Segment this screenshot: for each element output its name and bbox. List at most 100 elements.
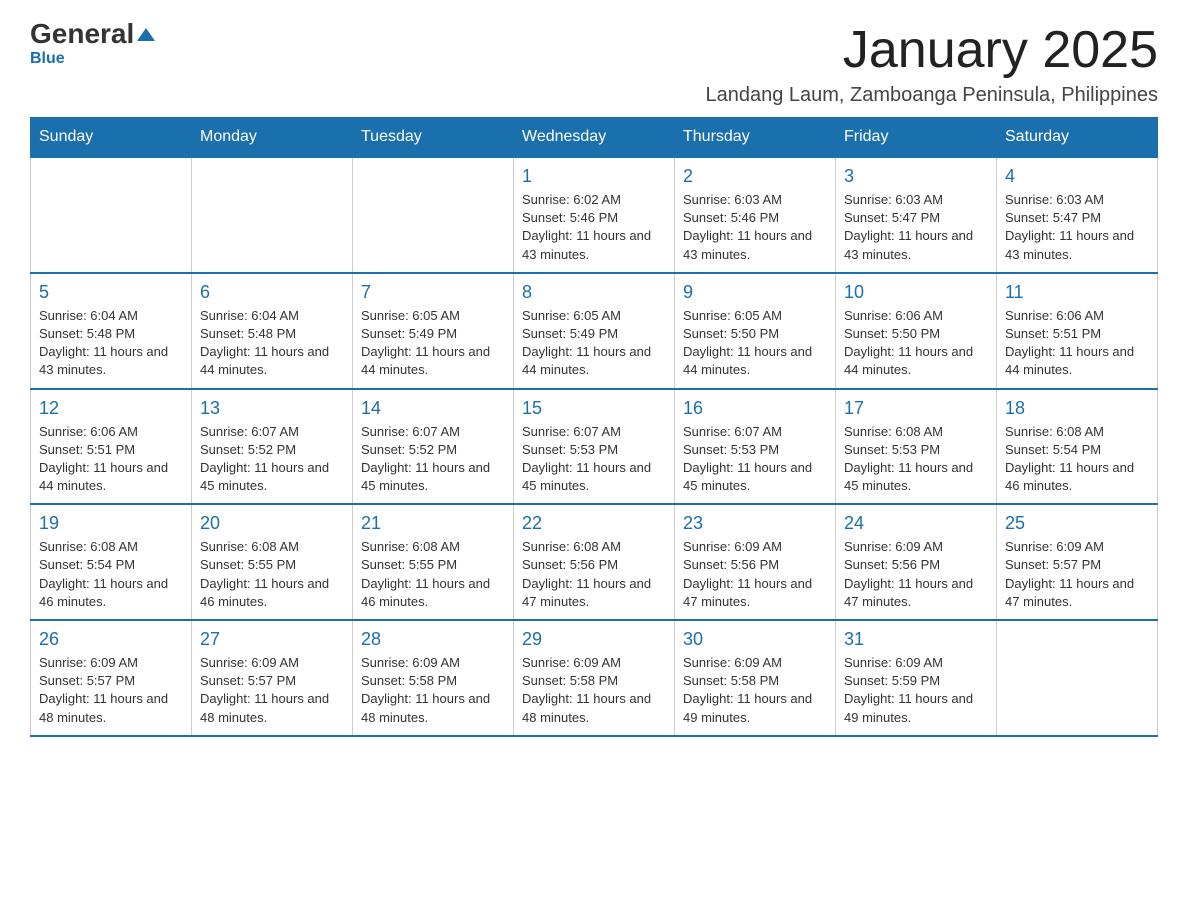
location-subtitle: Landang Laum, Zamboanga Peninsula, Phili… [705, 84, 1158, 107]
calendar-week-row: 19 Sunrise: 6:08 AM Sunset: 5:54 PM Dayli… [31, 504, 1158, 620]
col-friday: Friday [836, 118, 997, 158]
day-info: Sunrise: 6:07 AM Sunset: 5:52 PM Dayligh… [200, 423, 344, 496]
day-number: 21 [361, 513, 505, 534]
calendar-header-row: Sunday Monday Tuesday Wednesday Thursday… [31, 118, 1158, 158]
col-monday: Monday [192, 118, 353, 158]
day-number: 29 [522, 629, 666, 650]
day-number: 14 [361, 398, 505, 419]
col-thursday: Thursday [675, 118, 836, 158]
calendar-week-row: 1Sunrise: 6:02 AM Sunset: 5:46 PM Daylig… [31, 157, 1158, 273]
day-number: 13 [200, 398, 344, 419]
table-row: 19 Sunrise: 6:08 AM Sunset: 5:54 PM Dayli… [31, 504, 192, 620]
col-saturday: Saturday [997, 118, 1158, 158]
day-info: Sunrise: 6:08 AM Sunset: 5:54 PM Dayligh… [1005, 423, 1149, 496]
table-row: 30 Sunrise: 6:09 AM Sunset: 5:58 PM Dayli… [675, 620, 836, 736]
logo: General Blue [30, 20, 155, 68]
table-row [997, 620, 1158, 736]
calendar-week-row: 5 Sunrise: 6:04 AM Sunset: 5:48 PM Daylig… [31, 273, 1158, 389]
table-row [353, 157, 514, 273]
col-sunday: Sunday [31, 118, 192, 158]
day-info: Sunrise: 6:07 AM Sunset: 5:53 PM Dayligh… [683, 423, 827, 496]
calendar-week-row: 12 Sunrise: 6:06 AM Sunset: 5:51 PM Dayli… [31, 389, 1158, 505]
day-number: 22 [522, 513, 666, 534]
day-number: 9 [683, 282, 827, 303]
day-info: Sunrise: 6:09 AM Sunset: 5:58 PM Dayligh… [522, 654, 666, 727]
table-row: 2 Sunrise: 6:03 AM Sunset: 5:46 PM Daylig… [675, 157, 836, 273]
col-tuesday: Tuesday [353, 118, 514, 158]
table-row: 17 Sunrise: 6:08 AM Sunset: 5:53 PM Dayli… [836, 389, 997, 505]
day-info: Sunrise: 6:03 AM Sunset: 5:47 PM Dayligh… [1005, 191, 1149, 264]
table-row: 1Sunrise: 6:02 AM Sunset: 5:46 PM Daylig… [514, 157, 675, 273]
table-row: 20 Sunrise: 6:08 AM Sunset: 5:55 PM Dayli… [192, 504, 353, 620]
day-number: 28 [361, 629, 505, 650]
day-number: 12 [39, 398, 183, 419]
day-info: Sunrise: 6:08 AM Sunset: 5:54 PM Dayligh… [39, 538, 183, 611]
day-number: 30 [683, 629, 827, 650]
table-row: 25Sunrise: 6:09 AM Sunset: 5:57 PM Dayli… [997, 504, 1158, 620]
table-row: 9 Sunrise: 6:05 AM Sunset: 5:50 PM Daylig… [675, 273, 836, 389]
table-row: 21 Sunrise: 6:08 AM Sunset: 5:55 PM Dayli… [353, 504, 514, 620]
table-row: 10Sunrise: 6:06 AM Sunset: 5:50 PM Dayli… [836, 273, 997, 389]
day-number: 17 [844, 398, 988, 419]
day-number: 31 [844, 629, 988, 650]
table-row: 5 Sunrise: 6:04 AM Sunset: 5:48 PM Daylig… [31, 273, 192, 389]
day-number: 8 [522, 282, 666, 303]
day-number: 5 [39, 282, 183, 303]
table-row: 3Sunrise: 6:03 AM Sunset: 5:47 PM Daylig… [836, 157, 997, 273]
table-row: 7 Sunrise: 6:05 AM Sunset: 5:49 PM Daylig… [353, 273, 514, 389]
day-number: 19 [39, 513, 183, 534]
table-row: 14Sunrise: 6:07 AM Sunset: 5:52 PM Dayli… [353, 389, 514, 505]
day-info: Sunrise: 6:08 AM Sunset: 5:53 PM Dayligh… [844, 423, 988, 496]
table-row: 31 Sunrise: 6:09 AM Sunset: 5:59 PM Dayli… [836, 620, 997, 736]
table-row: 22 Sunrise: 6:08 AM Sunset: 5:56 PM Dayli… [514, 504, 675, 620]
day-info: Sunrise: 6:05 AM Sunset: 5:49 PM Dayligh… [522, 307, 666, 380]
day-info: Sunrise: 6:08 AM Sunset: 5:56 PM Dayligh… [522, 538, 666, 611]
day-info: Sunrise: 6:06 AM Sunset: 5:51 PM Dayligh… [39, 423, 183, 496]
day-number: 7 [361, 282, 505, 303]
table-row: 16Sunrise: 6:07 AM Sunset: 5:53 PM Dayli… [675, 389, 836, 505]
day-number: 2 [683, 166, 827, 187]
day-info: Sunrise: 6:08 AM Sunset: 5:55 PM Dayligh… [200, 538, 344, 611]
col-wednesday: Wednesday [514, 118, 675, 158]
day-info: Sunrise: 6:06 AM Sunset: 5:51 PM Dayligh… [1005, 307, 1149, 380]
day-info: Sunrise: 6:05 AM Sunset: 5:50 PM Dayligh… [683, 307, 827, 380]
table-row: 4 Sunrise: 6:03 AM Sunset: 5:47 PM Daylig… [997, 157, 1158, 273]
day-info: Sunrise: 6:09 AM Sunset: 5:59 PM Dayligh… [844, 654, 988, 727]
day-number: 27 [200, 629, 344, 650]
page-header: General Blue January 2025 Landang Laum, … [30, 20, 1158, 107]
day-info: Sunrise: 6:04 AM Sunset: 5:48 PM Dayligh… [200, 307, 344, 380]
day-number: 18 [1005, 398, 1149, 419]
day-number: 11 [1005, 282, 1149, 303]
table-row [192, 157, 353, 273]
day-info: Sunrise: 6:09 AM Sunset: 5:56 PM Dayligh… [844, 538, 988, 611]
table-row: 23 Sunrise: 6:09 AM Sunset: 5:56 PM Dayli… [675, 504, 836, 620]
day-number: 1 [522, 166, 666, 187]
table-row: 18 Sunrise: 6:08 AM Sunset: 5:54 PM Dayli… [997, 389, 1158, 505]
day-info: Sunrise: 6:08 AM Sunset: 5:55 PM Dayligh… [361, 538, 505, 611]
table-row: 15Sunrise: 6:07 AM Sunset: 5:53 PM Dayli… [514, 389, 675, 505]
table-row: 24Sunrise: 6:09 AM Sunset: 5:56 PM Dayli… [836, 504, 997, 620]
table-row: 27Sunrise: 6:09 AM Sunset: 5:57 PM Dayli… [192, 620, 353, 736]
month-title: January 2025 [705, 20, 1158, 80]
day-number: 20 [200, 513, 344, 534]
day-number: 26 [39, 629, 183, 650]
day-number: 25 [1005, 513, 1149, 534]
logo-blue: Blue [30, 50, 65, 68]
table-row: 13 Sunrise: 6:07 AM Sunset: 5:52 PM Dayli… [192, 389, 353, 505]
day-info: Sunrise: 6:06 AM Sunset: 5:50 PM Dayligh… [844, 307, 988, 380]
calendar-week-row: 26 Sunrise: 6:09 AM Sunset: 5:57 PM Dayli… [31, 620, 1158, 736]
logo-brand: General [30, 20, 155, 48]
table-row: 26 Sunrise: 6:09 AM Sunset: 5:57 PM Dayli… [31, 620, 192, 736]
day-info: Sunrise: 6:03 AM Sunset: 5:46 PM Dayligh… [683, 191, 827, 264]
day-info: Sunrise: 6:09 AM Sunset: 5:57 PM Dayligh… [39, 654, 183, 727]
day-info: Sunrise: 6:09 AM Sunset: 5:56 PM Dayligh… [683, 538, 827, 611]
day-number: 4 [1005, 166, 1149, 187]
day-info: Sunrise: 6:04 AM Sunset: 5:48 PM Dayligh… [39, 307, 183, 380]
day-info: Sunrise: 6:05 AM Sunset: 5:49 PM Dayligh… [361, 307, 505, 380]
day-info: Sunrise: 6:09 AM Sunset: 5:58 PM Dayligh… [361, 654, 505, 727]
table-row [31, 157, 192, 273]
day-number: 23 [683, 513, 827, 534]
table-row: 28 Sunrise: 6:09 AM Sunset: 5:58 PM Dayli… [353, 620, 514, 736]
day-info: Sunrise: 6:07 AM Sunset: 5:53 PM Dayligh… [522, 423, 666, 496]
day-info: Sunrise: 6:09 AM Sunset: 5:58 PM Dayligh… [683, 654, 827, 727]
